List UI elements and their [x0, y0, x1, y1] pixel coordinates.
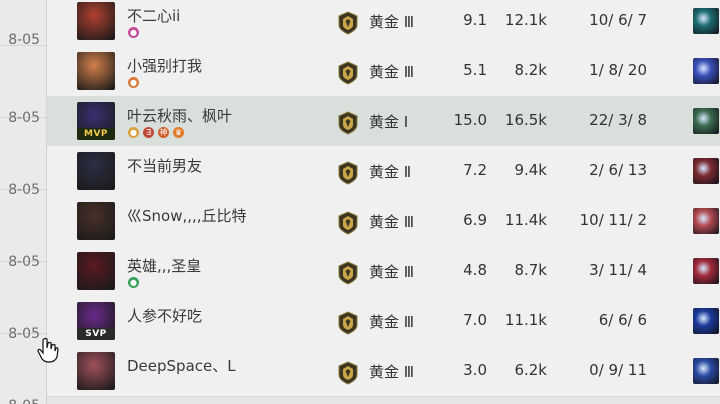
item-icon[interactable]	[693, 208, 719, 234]
rank-label: 黄金 Ⅲ	[369, 63, 415, 81]
item-icon[interactable]	[693, 8, 719, 34]
player-name[interactable]: 人参不好吃	[127, 305, 202, 326]
gold-tier-icon	[338, 11, 358, 35]
champion-avatar[interactable]: MVP	[77, 102, 115, 140]
kda-value: 1/ 8/ 20	[589, 61, 647, 79]
item-icon[interactable]	[693, 58, 719, 84]
svp-badge: SVP	[77, 328, 115, 340]
date-cell: 8-05	[0, 190, 46, 270]
shield-icon: ●	[128, 277, 139, 288]
table-row[interactable]: 巛Snow,,,,丘比特 黄金 Ⅲ 6.9 11.4k 10/ 11/ 2	[47, 196, 720, 247]
champion-avatar[interactable]	[77, 252, 115, 290]
player-name[interactable]: 英雄,,,圣皇	[127, 255, 201, 276]
gold-tier-icon	[338, 361, 358, 385]
orange-emblem-icon: ●	[128, 77, 139, 88]
gold-tier-icon	[338, 261, 358, 285]
gold-tier-icon	[338, 311, 358, 335]
mvp-badge: MVP	[77, 128, 115, 140]
rank-icon: ∃	[143, 127, 154, 138]
date-label: 8-05	[8, 398, 40, 404]
gold-value: 11.4k	[504, 211, 547, 229]
rank-label: 黄金 Ⅱ	[369, 163, 412, 181]
table-row[interactable]: 不当前男友 黄金 Ⅱ 7.2 9.4k 2/ 6/ 13	[47, 146, 720, 197]
gold-value: 8.7k	[514, 261, 547, 279]
kda-value: 22/ 3/ 8	[589, 111, 647, 129]
score-value: 7.2	[463, 161, 487, 179]
player-name[interactable]: 不当前男友	[127, 155, 202, 176]
table-row[interactable]: MVP 叶云秋雨、枫叶 ● ∃ 神 ♛ 黄金 Ⅰ 15.0 16.5k 22/ 3/ 8	[47, 96, 720, 147]
player-tags: ●	[128, 277, 139, 289]
kda-value: 3/ 11/ 4	[589, 261, 647, 279]
score-value: 7.0	[463, 311, 487, 329]
god-icon: 神	[158, 127, 169, 138]
gold-value: 8.2k	[514, 61, 547, 79]
table-row[interactable]: DeepSpace、L 黄金 Ⅲ 3.0 6.2k 0/ 9/ 11	[47, 346, 720, 397]
crown-icon: ♛	[173, 127, 184, 138]
kda-value: 6/ 6/ 6	[598, 311, 647, 329]
champion-avatar[interactable]: SVP	[77, 302, 115, 340]
hand-cursor-icon	[37, 337, 59, 363]
rank-label: 黄金 Ⅲ	[369, 313, 415, 331]
kda-value: 0/ 9/ 11	[589, 361, 647, 379]
table-row[interactable]: 不二心ii ● 黄金 Ⅲ 9.1 12.1k 10/ 6/ 7	[47, 0, 720, 47]
champion-avatar[interactable]	[77, 152, 115, 190]
player-tags: ● ∃ 神 ♛	[128, 127, 184, 139]
date-cell: 8-05	[0, 118, 46, 198]
player-name[interactable]: 不二心ii	[127, 5, 180, 26]
player-tags: ●	[128, 27, 139, 39]
table-row[interactable]: 英雄,,,圣皇 ● 黄金 Ⅲ 4.8 8.7k 3/ 11/ 4	[47, 246, 720, 297]
item-icon[interactable]	[693, 358, 719, 384]
rank-label: 黄金 Ⅲ	[369, 213, 415, 231]
player-name[interactable]: 小强别打我	[127, 55, 202, 76]
score-value: 6.9	[463, 211, 487, 229]
gold-tier-icon	[338, 211, 358, 235]
champion-avatar[interactable]	[77, 52, 115, 90]
date-cell: 8-05	[0, 262, 46, 342]
coin-icon: ●	[128, 127, 139, 138]
gold-value: 6.2k	[514, 361, 547, 379]
gold-value: 11.1k	[504, 311, 547, 329]
item-icon[interactable]	[693, 308, 719, 334]
champion-avatar[interactable]	[77, 2, 115, 40]
gold-value: 16.5k	[504, 111, 547, 129]
score-value: 9.1	[463, 11, 487, 29]
score-value: 4.8	[463, 261, 487, 279]
item-icon[interactable]	[693, 158, 719, 184]
kda-value: 10/ 11/ 2	[579, 211, 647, 229]
table-row[interactable]: 小强别打我 ● 黄金 Ⅲ 5.1 8.2k 1/ 8/ 20	[47, 46, 720, 97]
kda-value: 10/ 6/ 7	[589, 11, 647, 29]
item-icon[interactable]	[693, 108, 719, 134]
gold-tier-icon	[338, 61, 358, 85]
gold-value: 12.1k	[504, 11, 547, 29]
champion-avatar[interactable]	[77, 352, 115, 390]
kda-value: 2/ 6/ 13	[589, 161, 647, 179]
rank-label: 黄金 Ⅲ	[369, 13, 415, 31]
match-history-screen: 8-058-058-058-058-058-05 不二心ii●黄金 Ⅲ9.112…	[0, 0, 720, 404]
score-value: 3.0	[463, 361, 487, 379]
gold-value: 9.4k	[514, 161, 547, 179]
date-cell: 8-05	[0, 46, 46, 126]
score-value: 5.1	[463, 61, 487, 79]
pink-emblem-icon: ●	[128, 27, 139, 38]
gold-tier-icon	[338, 111, 358, 135]
match-table: 不二心ii ● 黄金 Ⅲ 9.1 12.1k 10/ 6/ 7 小强别打我 ● 黄金 Ⅲ 5.1 8…	[46, 0, 720, 404]
rank-label: 黄金 Ⅲ	[369, 263, 415, 281]
gold-tier-icon	[338, 161, 358, 185]
player-name[interactable]: 巛Snow,,,,丘比特	[127, 205, 247, 226]
score-value: 15.0	[453, 111, 487, 129]
item-icon[interactable]	[693, 258, 719, 284]
rank-label: 黄金 Ⅰ	[369, 113, 409, 131]
rank-label: 黄金 Ⅲ	[369, 363, 415, 381]
player-name[interactable]: DeepSpace、L	[127, 355, 236, 376]
player-name[interactable]: 叶云秋雨、枫叶	[127, 105, 232, 126]
player-tags: ●	[128, 77, 139, 89]
table-row[interactable]: SVP 人参不好吃 黄金 Ⅲ 7.0 11.1k 6/ 6/ 6	[47, 296, 720, 347]
champion-avatar[interactable]	[77, 202, 115, 240]
date-cell: 8-05	[0, 0, 46, 48]
